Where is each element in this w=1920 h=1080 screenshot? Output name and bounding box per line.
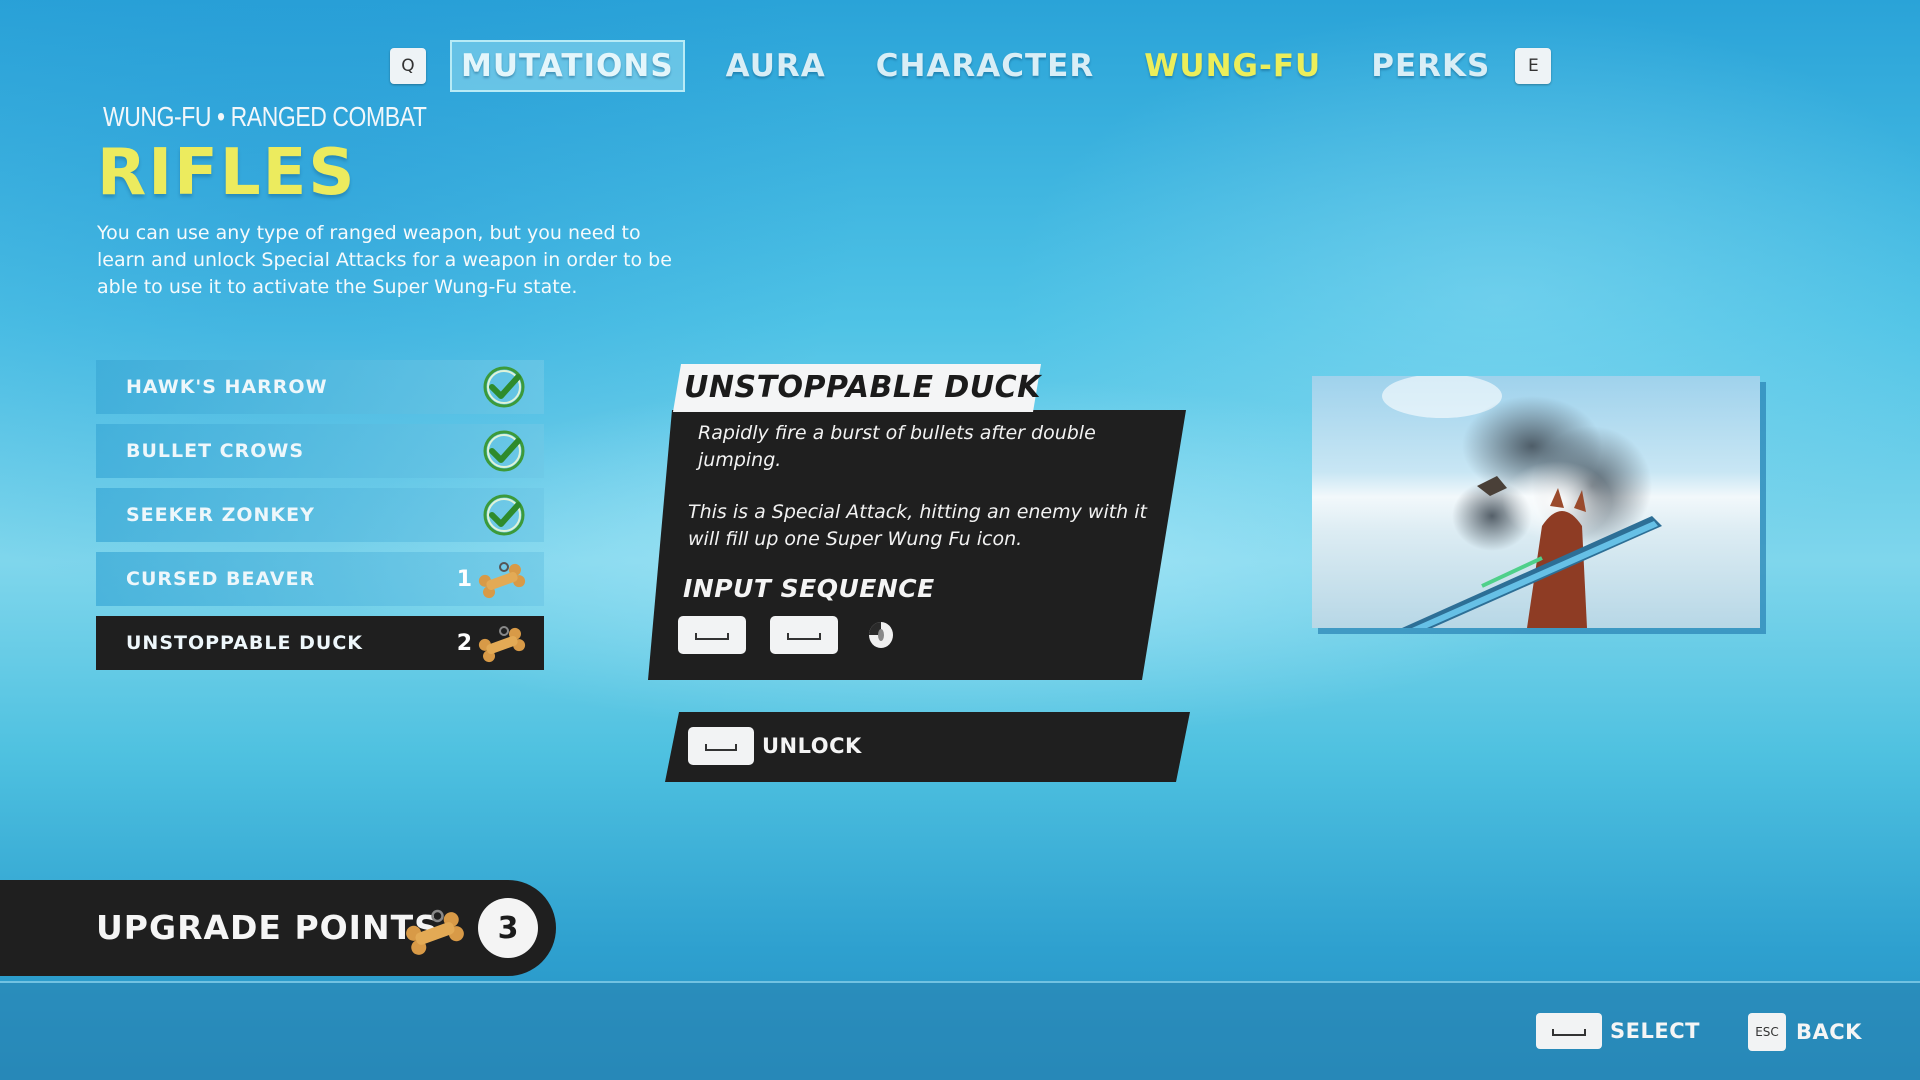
tab-bar: Q MUTATIONS AURA CHARACTER WUNG-FU PERKS… bbox=[390, 38, 1552, 94]
space-key-icon bbox=[1536, 1013, 1602, 1049]
attack-item-label: BULLET CROWS bbox=[126, 440, 305, 462]
attack-detail-description: Rapidly fire a burst of bullets after do… bbox=[688, 420, 1158, 578]
mouse-left-click-icon bbox=[869, 622, 893, 648]
attack-cost: 1 bbox=[456, 566, 472, 592]
attack-item-bullet-crows[interactable]: BULLET CROWS bbox=[96, 424, 544, 478]
breadcrumb: WUNG-FU • RANGED COMBAT bbox=[103, 101, 427, 132]
page-title: RIFLES bbox=[97, 136, 357, 210]
check-icon bbox=[483, 430, 525, 472]
back-hint[interactable]: ESC BACK bbox=[1748, 1013, 1862, 1051]
attack-item-unstoppable-duck[interactable]: UNSTOPPABLE DUCK 2 bbox=[96, 616, 544, 670]
input-sequence bbox=[678, 616, 900, 654]
upgrade-points-count: 3 bbox=[478, 898, 538, 958]
space-key-icon bbox=[688, 727, 754, 765]
attack-preview-image bbox=[1312, 376, 1760, 628]
attack-item-hawks-harrow[interactable]: HAWK'S HARROW bbox=[96, 360, 544, 414]
attack-item-label: CURSED BEAVER bbox=[126, 568, 316, 590]
tab-wung-fu[interactable]: WUNG-FU bbox=[1135, 42, 1330, 90]
bone-icon bbox=[406, 909, 464, 955]
check-icon bbox=[483, 366, 525, 408]
attack-item-seeker-zonkey[interactable]: SEEKER ZONKEY bbox=[96, 488, 544, 542]
input-sequence-title: INPUT SEQUENCE bbox=[683, 574, 935, 603]
tab-perks[interactable]: PERKS bbox=[1362, 42, 1499, 90]
attack-item-cursed-beaver[interactable]: CURSED BEAVER 1 bbox=[96, 552, 544, 606]
next-tab-key[interactable]: E bbox=[1515, 48, 1552, 84]
upgrade-points-label: UPGRADE POINTS bbox=[96, 908, 439, 947]
attack-cost: 2 bbox=[456, 630, 472, 656]
select-hint[interactable]: SELECT bbox=[1536, 1013, 1700, 1049]
check-icon bbox=[483, 494, 525, 536]
attack-item-label: UNSTOPPABLE DUCK bbox=[126, 632, 363, 654]
space-key-icon bbox=[678, 616, 746, 654]
attack-detail-description-line-1: Rapidly fire a burst of bullets after do… bbox=[698, 422, 1096, 471]
back-hint-label: BACK bbox=[1796, 1020, 1862, 1044]
tab-character[interactable]: CHARACTER bbox=[867, 42, 1104, 90]
unlock-button-label: UNLOCK bbox=[762, 734, 862, 758]
bone-icon bbox=[478, 562, 526, 599]
special-attack-list: HAWK'S HARROW BULLET CROWS SEEKER ZONKEY bbox=[96, 360, 544, 680]
attack-item-label: SEEKER ZONKEY bbox=[126, 504, 315, 526]
prev-tab-key[interactable]: Q bbox=[390, 48, 426, 84]
tab-aura[interactable]: AURA bbox=[717, 42, 835, 90]
page-description: You can use any type of ranged weapon, b… bbox=[97, 222, 672, 298]
preview-scene bbox=[1382, 376, 1662, 628]
prev-tab-key-label: Q bbox=[401, 56, 415, 76]
attack-detail-description-line-2: This is a Special Attack, hitting an ene… bbox=[688, 501, 1147, 550]
bone-icon bbox=[478, 626, 526, 663]
next-tab-key-label: E bbox=[1527, 56, 1539, 76]
space-key-icon bbox=[770, 616, 838, 654]
attack-detail-title: UNSTOPPABLE DUCK bbox=[684, 370, 1041, 405]
select-hint-label: SELECT bbox=[1610, 1019, 1700, 1043]
esc-key-icon: ESC bbox=[1748, 1013, 1786, 1051]
tab-mutations[interactable]: MUTATIONS bbox=[450, 40, 685, 92]
esc-key-label: ESC bbox=[1755, 1025, 1779, 1039]
attack-item-label: HAWK'S HARROW bbox=[126, 376, 328, 398]
